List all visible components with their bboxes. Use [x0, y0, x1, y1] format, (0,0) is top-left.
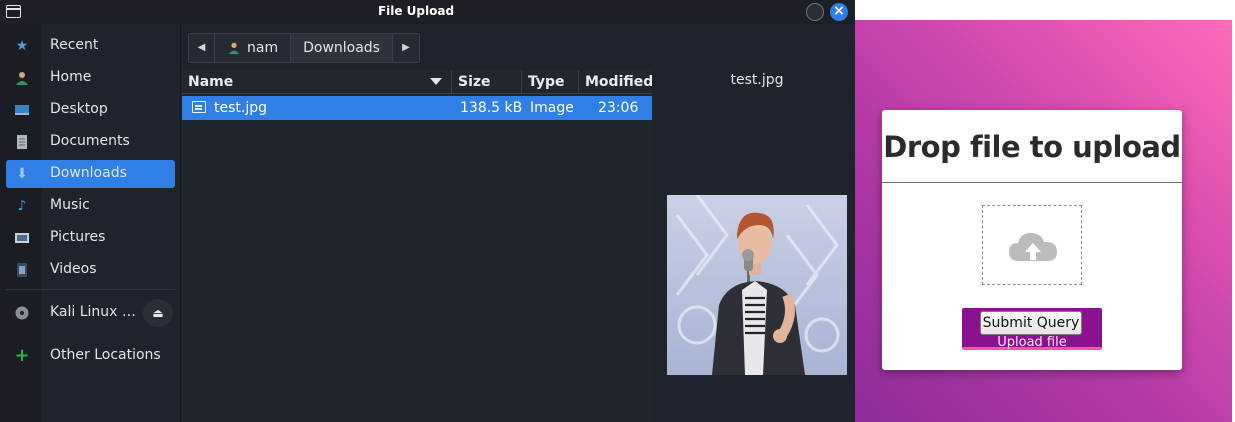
sort-descending-icon: [430, 78, 442, 85]
sidebar-item-kali-linux[interactable]: Kali Linux … ⏏: [6, 299, 175, 327]
sidebar-item-label: Pictures: [50, 229, 106, 245]
sidebar-item-downloads[interactable]: ⬇ Downloads: [6, 160, 175, 188]
path-back-arrow[interactable]: ◀: [189, 34, 215, 62]
web-page: Drop file to upload Submit Query Upload …: [855, 0, 1235, 422]
sidebar-item-label: Documents: [50, 133, 130, 149]
submit-query-button[interactable]: Submit Query: [980, 311, 1082, 335]
places-sidebar: ★ Recent Home Desktop Documents ⬇ Downlo…: [0, 24, 181, 422]
sidebar-item-label: Kali Linux …: [50, 304, 136, 320]
close-button[interactable]: ×: [830, 3, 848, 21]
sidebar-item-videos[interactable]: Videos: [6, 256, 175, 284]
sidebar-item-documents[interactable]: Documents: [6, 128, 175, 156]
file-type: Image: [530, 100, 574, 116]
sidebar-divider: [6, 289, 175, 290]
sidebar-item-label: Music: [50, 197, 90, 213]
recent-icon: ★: [15, 38, 29, 54]
preview-pane: test.jpg: [652, 70, 855, 422]
file-size: 138.5 kB: [460, 100, 523, 116]
preview-filename: test.jpg: [730, 72, 784, 88]
upload-card: Drop file to upload Submit Query Upload …: [882, 110, 1182, 370]
path-forward-arrow[interactable]: ▶: [393, 34, 419, 62]
sidebar-item-recent[interactable]: ★ Recent: [6, 32, 175, 60]
sidebar-item-label: Home: [50, 69, 92, 85]
sidebar-item-label: Recent: [50, 37, 99, 53]
pictures-icon: [14, 230, 30, 246]
sidebar-item-label: Downloads: [50, 165, 127, 181]
sidebar-item-home[interactable]: Home: [6, 64, 175, 92]
disc-icon: [14, 305, 30, 321]
music-icon: ♪: [17, 198, 27, 214]
column-header-modified[interactable]: Modified: [579, 70, 653, 94]
sidebar-item-other-locations[interactable]: + Other Locations: [6, 342, 175, 370]
home-folder-icon: [228, 42, 240, 55]
documents-icon: [14, 134, 30, 150]
upload-file-label: Upload file: [997, 335, 1067, 350]
file-chooser-dialog: File Upload × ★ Recent Home Desktop Docu…: [0, 0, 855, 422]
file-list: Name Size Type Modified test.jpg 138.5 k…: [182, 70, 653, 422]
sidebar-item-label: Other Locations: [50, 347, 161, 363]
image-file-icon: [192, 101, 206, 113]
drop-zone[interactable]: [982, 205, 1082, 285]
preview-image: [667, 195, 847, 375]
path-bar: ◀ nam Downloads ▶: [188, 33, 420, 63]
title-bar: File Upload ×: [0, 0, 855, 24]
table-row[interactable]: test.jpg 138.5 kB Image 23:06: [182, 96, 652, 120]
file-modified: 23:06: [598, 100, 639, 116]
path-segment-label: nam: [247, 40, 279, 56]
desktop-icon: [14, 102, 30, 118]
path-segment-downloads[interactable]: Downloads: [291, 34, 393, 62]
sidebar-item-label: Videos: [50, 261, 97, 277]
sidebar-item-music[interactable]: ♪ Music: [6, 192, 175, 220]
cloud-upload-icon: [1009, 233, 1057, 261]
column-header-row: Name Size Type Modified: [182, 70, 653, 94]
page-background: Drop file to upload Submit Query Upload …: [855, 20, 1232, 422]
sidebar-item-label: Desktop: [50, 101, 108, 117]
page-title: Drop file to upload: [883, 130, 1181, 164]
videos-icon: [14, 262, 30, 278]
downloads-icon: ⬇: [16, 166, 28, 182]
column-header-type[interactable]: Type: [522, 70, 579, 94]
minimize-button[interactable]: [806, 3, 824, 21]
column-header-size[interactable]: Size: [452, 70, 522, 94]
eject-icon[interactable]: ⏏: [143, 299, 173, 327]
path-segment-home[interactable]: nam: [215, 34, 292, 62]
divider: [882, 182, 1182, 183]
upload-file-button[interactable]: Submit Query Upload file: [962, 308, 1102, 350]
file-name: test.jpg: [214, 100, 267, 116]
column-header-name[interactable]: Name: [182, 70, 452, 94]
sidebar-item-pictures[interactable]: Pictures: [6, 224, 175, 252]
sidebar-item-desktop[interactable]: Desktop: [6, 96, 175, 124]
plus-icon: +: [14, 345, 30, 366]
path-segment-label: Downloads: [303, 40, 380, 56]
window-title: File Upload: [377, 4, 455, 18]
home-icon: [14, 70, 30, 86]
